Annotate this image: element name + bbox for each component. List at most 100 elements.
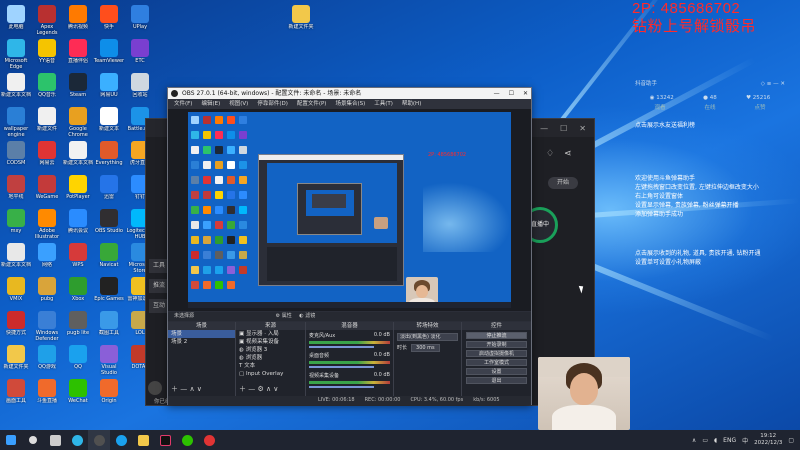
volume-slider[interactable] [309,386,374,388]
volume-slider[interactable] [309,366,374,368]
transition-select[interactable]: 淡出(到黑色) 淡化 [397,333,458,341]
menu-scene-collection[interactable]: 场景集合(S) [335,99,365,109]
obs-studio-window[interactable]: OBS 27.0.1 (64-bit, windows) - 配置文件: 未命名… [167,87,532,405]
taskbar-app[interactable] [88,430,110,450]
desktop-icon-label: Visual Studio [101,364,117,376]
obs-statusbar: LIVE: 00:06:18 REC: 00:00:00 CPU: 3.4%, … [168,396,531,405]
taskbar-app[interactable] [198,430,220,450]
online-stat: ● 48 [703,95,717,101]
taskbar-app[interactable] [176,430,198,450]
stop-streaming-button[interactable]: 停止推流 [466,332,527,339]
close-icon[interactable]: ✕ [523,88,528,99]
menu-file[interactable]: 文件(F) [174,99,192,109]
settings-button[interactable]: 设置 [466,368,527,375]
app-icon [38,39,56,57]
obs-preview[interactable]: 2P: 485686702 [168,109,531,311]
scene-toolbar[interactable]: ＋ — ∧ ∨ [171,384,202,394]
source-item[interactable]: ▣ 显示器 · 入局 [236,330,305,338]
share-icon[interactable]: ⋖ [564,149,572,159]
menu-view[interactable]: 视图(V) [229,99,248,109]
preview-desktop-icon [239,221,247,229]
desktop-icon[interactable]: WeChat [62,376,94,418]
desktop-icon[interactable]: 斗鱼直播 [31,376,63,418]
desktop-icon-label: QQ音乐 [38,92,56,98]
preview-desktop-icon [239,236,247,244]
studio-mode-button[interactable]: 工作室模式 [466,359,527,366]
side-tab[interactable]: 互动 [149,299,169,313]
bell-icon[interactable]: ♢ [546,149,554,159]
app-icon [131,73,149,91]
notification-icon[interactable]: ▢ [788,437,794,444]
source-item[interactable]: T 文本 [236,362,305,370]
exit-button[interactable]: 退出 [466,377,527,384]
app-icon [69,5,87,23]
panel-window-controls[interactable]: ◇ ≡ — ✕ [761,80,785,89]
menu-docks[interactable]: 停靠部件(D) [257,99,288,109]
volume-slider[interactable] [309,346,374,348]
minimize-icon[interactable]: — [540,124,548,133]
desktop-icon[interactable]: 画面工具 [0,376,32,418]
scene-item[interactable]: 场景 [168,330,235,338]
desktop-icon[interactable]: Origin [93,376,125,418]
close-icon[interactable]: ✕ [579,124,586,133]
start-button[interactable]: 开始 [548,177,578,189]
start-virtual-camera-button[interactable]: 启动虚拟摄像机 [466,350,527,357]
source-item[interactable]: ▣ 视频采集设备 [236,338,305,346]
taskbar-app[interactable] [44,430,66,450]
app-icon [100,243,118,261]
cpu-fps: CPU: 3.4%, 60.00 fps [410,397,464,403]
taskbar-app[interactable] [66,430,88,450]
tray-chevron-icon[interactable]: ∧ [692,437,696,444]
desktop-icon[interactable]: 新建文件夹 [285,2,317,44]
preview-desktop-icon [203,176,211,184]
ime-indicator[interactable]: 中 [742,436,748,445]
app-icon [69,277,87,295]
preview-desktop-icon [203,116,211,124]
source-item[interactable]: ▢ Input Overlay [236,370,305,378]
side-tab[interactable]: 工具 [149,259,169,273]
desktop-icon-label: 新建文本文档 [0,262,31,268]
top-notice: 点击展示水友送福利榜 [635,122,696,129]
properties-tab[interactable]: ⚙ 属性 [276,313,292,319]
volume-icon[interactable]: ◖ [714,437,717,444]
source-item[interactable]: ◍ 浏览器 [236,354,305,362]
filters-tab[interactable]: ◐ 滤镜 [299,313,315,319]
app-icon [7,243,25,261]
duration-input[interactable]: 300 ms [411,344,440,352]
menu-edit[interactable]: 编辑(E) [201,99,220,109]
language-indicator[interactable]: ENG [723,437,736,444]
taskbar-app[interactable] [154,430,176,450]
taskbar-clock[interactable]: 19:12 2022/12/3 [754,433,782,447]
source-toolbar[interactable]: ＋ — ⚙ ∧ ∨ [239,384,278,394]
avatar[interactable] [148,381,162,395]
menu-tools[interactable]: 工具(T) [374,99,393,109]
side-tab[interactable]: 推流 [149,279,169,293]
maximize-icon[interactable]: ☐ [509,88,514,99]
desktop-icon-label: QQ游戏 [38,364,56,370]
eye-icon: ◉ [649,95,655,101]
network-icon[interactable]: ▭ [702,437,708,444]
app-icon [38,243,56,261]
desktop-icon-label: QQ [74,364,82,370]
taskbar-app[interactable] [110,430,132,450]
app-icon [131,39,149,57]
menu-help[interactable]: 帮助(H) [402,99,421,109]
preview-desktop-icon [203,191,211,199]
folder-icon [137,434,149,446]
menu-profile[interactable]: 配置文件(P) [297,99,327,109]
maximize-icon[interactable]: ☐ [560,124,567,133]
preview-desktop-icon [203,146,211,154]
source-item[interactable]: ◍ 浏览器 3 [236,346,305,354]
start-button[interactable] [0,430,22,450]
taskbar-app[interactable] [22,430,44,450]
taskbar-app[interactable] [132,430,154,450]
minimize-icon[interactable]: — [494,88,500,99]
start-recording-button[interactable]: 开始录制 [466,341,527,348]
nested-preview [267,163,397,243]
search-icon [29,436,37,444]
preview-desktop-icon [191,116,199,124]
scene-item[interactable]: 场景 2 [168,338,235,346]
app-icon [7,107,25,125]
desktop-icon-label: Xbox [71,296,85,302]
desktop-icon-label: 腾讯视频 [67,24,88,30]
